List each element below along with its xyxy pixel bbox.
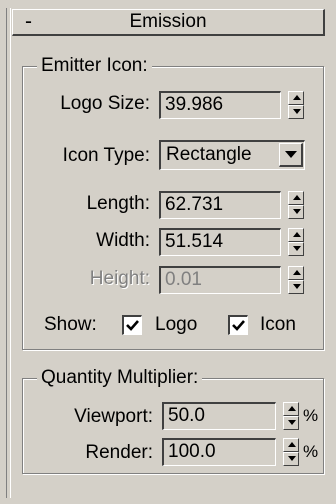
- quantity-multiplier-group-title: Quantity Multiplier:: [37, 366, 203, 390]
- render-input[interactable]: 100.0: [162, 438, 276, 466]
- icon-checkbox[interactable]: [228, 315, 248, 335]
- render-spinner[interactable]: [283, 438, 299, 466]
- spinner-down-icon[interactable]: [288, 105, 304, 119]
- spinner-up-icon[interactable]: [288, 191, 304, 205]
- dropdown-arrow-icon[interactable]: [279, 143, 303, 167]
- length-spinner[interactable]: [288, 191, 304, 219]
- viewport-label: Viewport:: [74, 406, 153, 427]
- spinner-up-icon: [288, 266, 304, 280]
- viewport-unit: %: [303, 406, 319, 425]
- logo-checkbox[interactable]: [122, 315, 142, 335]
- emitter-icon-group-title: Emitter Icon:: [37, 54, 152, 78]
- icon-checkbox-label[interactable]: Icon: [260, 313, 296, 337]
- logo-size-input[interactable]: 39.986: [159, 91, 281, 119]
- rollout-title: Emission: [129, 11, 207, 32]
- spinner-down-icon[interactable]: [283, 452, 299, 466]
- spinner-down-icon[interactable]: [283, 416, 299, 430]
- render-label: Render:: [85, 442, 153, 463]
- spinner-up-icon[interactable]: [283, 402, 299, 416]
- logo-size-label: Logo Size:: [60, 93, 150, 114]
- logo-checkbox-label[interactable]: Logo: [155, 313, 197, 337]
- panel-edge: [6, 8, 11, 498]
- width-spinner[interactable]: [288, 228, 304, 256]
- height-label: Height:: [89, 268, 150, 289]
- viewport-input[interactable]: 50.0: [162, 402, 276, 430]
- icon-type-value: Rectangle: [166, 144, 252, 165]
- spinner-down-icon[interactable]: [288, 242, 304, 256]
- spinner-up-icon[interactable]: [288, 91, 304, 105]
- icon-type-dropdown[interactable]: Rectangle: [159, 140, 305, 170]
- render-unit: %: [303, 442, 319, 461]
- logo-size-spinner[interactable]: [288, 91, 304, 119]
- length-input[interactable]: 62.731: [159, 191, 281, 219]
- emission-rollout-header[interactable]: - Emission: [12, 9, 325, 36]
- checkmark-icon: [232, 320, 245, 331]
- height-input: 0.01: [159, 266, 281, 294]
- width-label: Width:: [96, 230, 150, 251]
- length-label: Length:: [86, 193, 150, 214]
- height-spinner: [288, 266, 304, 294]
- spinner-down-icon[interactable]: [288, 205, 304, 219]
- icon-type-label: Icon Type:: [62, 145, 150, 166]
- width-input[interactable]: 51.514: [159, 228, 281, 256]
- viewport-spinner[interactable]: [283, 402, 299, 430]
- checkmark-icon: [126, 320, 139, 331]
- spinner-down-icon: [288, 280, 304, 294]
- spinner-up-icon[interactable]: [288, 228, 304, 242]
- spinner-up-icon[interactable]: [283, 438, 299, 452]
- show-label: Show:: [44, 314, 97, 335]
